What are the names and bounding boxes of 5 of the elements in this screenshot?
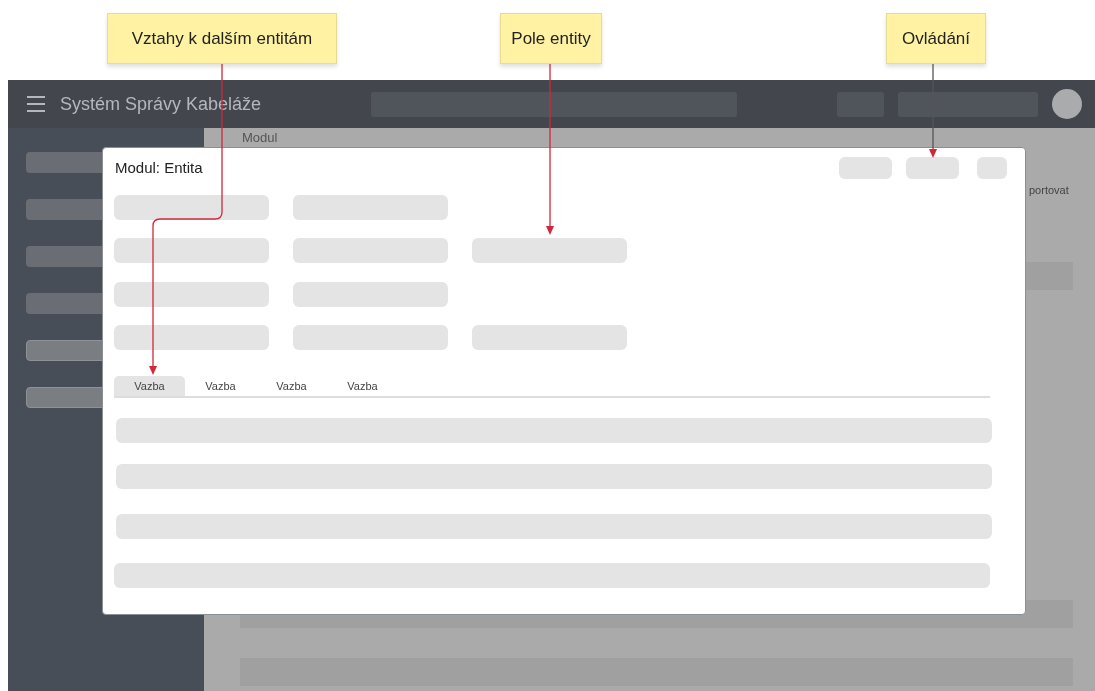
modal-title: Modul: Entita bbox=[115, 158, 203, 178]
page-heading: Modul bbox=[242, 130, 278, 145]
sticky-note: Vztahy k dalším entitám bbox=[107, 13, 337, 64]
sticky-note: Ovládání bbox=[886, 13, 986, 64]
sticky-note: Pole entity bbox=[500, 13, 602, 64]
